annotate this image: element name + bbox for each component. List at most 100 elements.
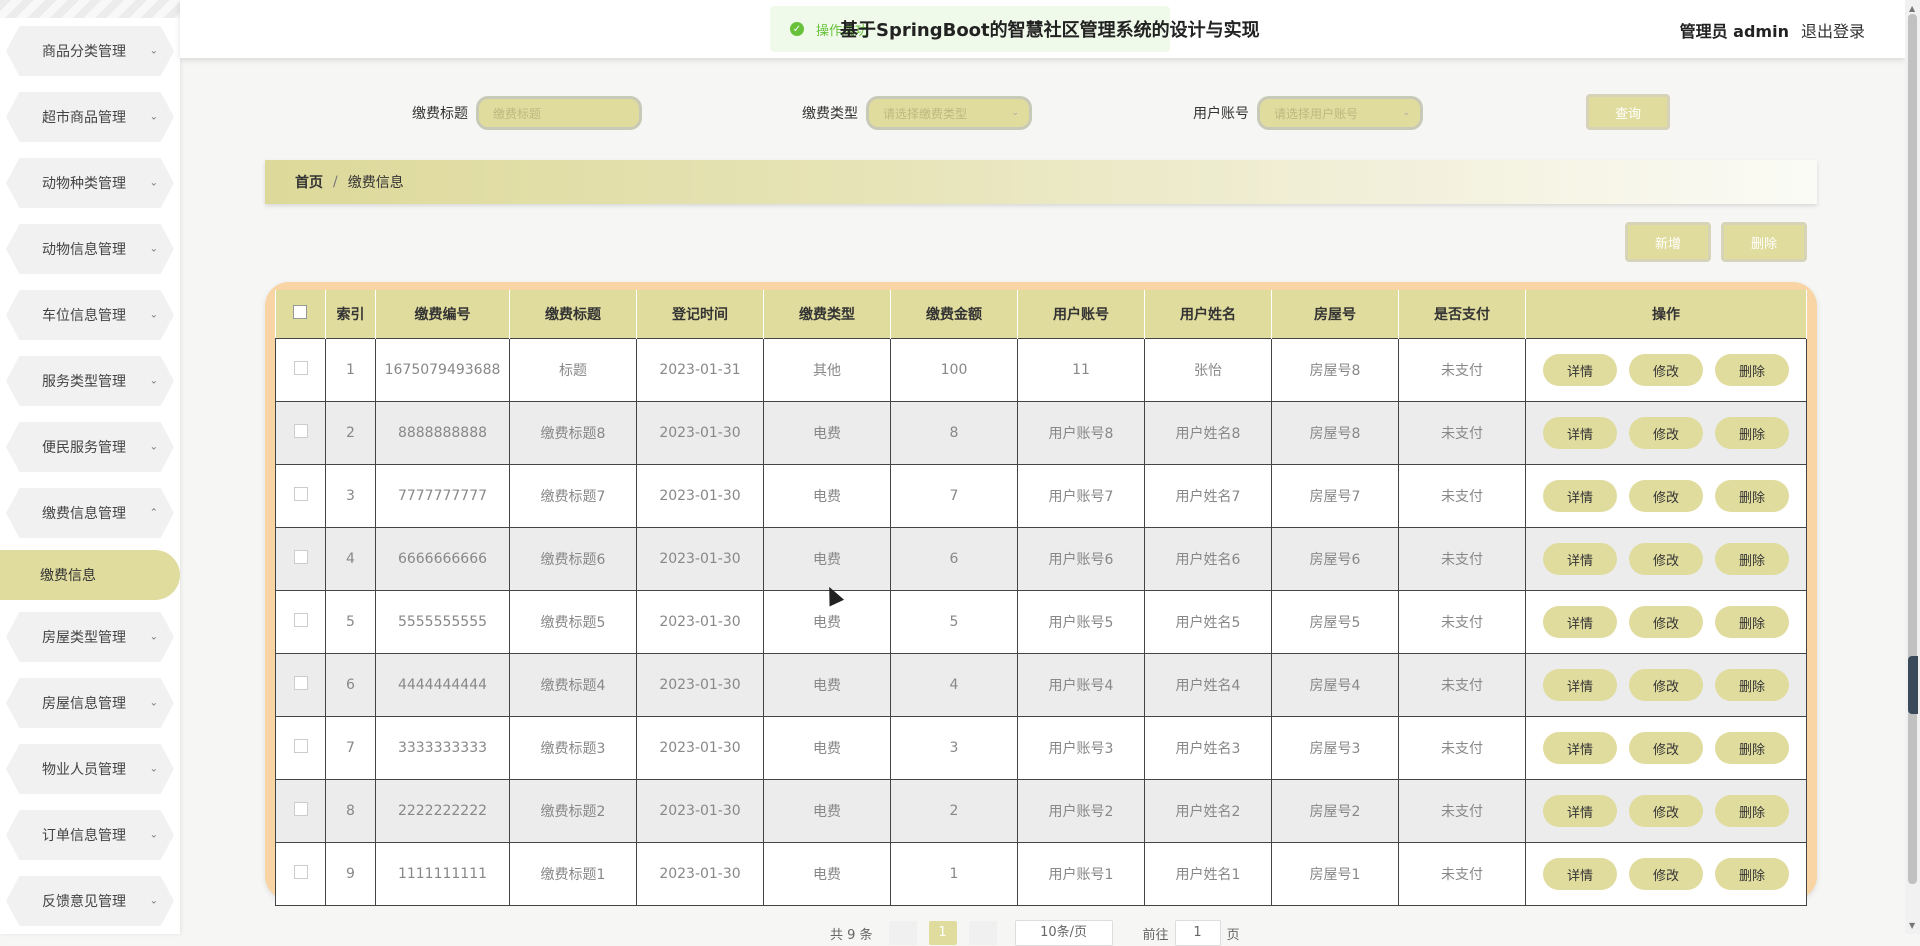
- cell-amount: 100: [890, 338, 1018, 402]
- detail-button[interactable]: 详情: [1543, 732, 1617, 764]
- account-select[interactable]: 请选择用户账号 ⌄: [1257, 96, 1423, 130]
- row-checkbox[interactable]: [293, 424, 308, 438]
- cell-title: 缴费标题4: [509, 653, 637, 717]
- detail-button[interactable]: 详情: [1543, 795, 1617, 827]
- sidebar-item-animal-info[interactable]: 动物信息管理 ⌄: [0, 216, 180, 282]
- edit-button[interactable]: 修改: [1629, 417, 1703, 449]
- scroll-up-icon[interactable]: ▲: [1909, 4, 1915, 13]
- logout-link[interactable]: 退出登录: [1801, 18, 1865, 42]
- detail-button[interactable]: 详情: [1543, 606, 1617, 638]
- sidebar-item-convenience[interactable]: 便民服务管理 ⌄: [0, 414, 180, 480]
- page-number[interactable]: 1: [928, 921, 957, 945]
- cell-name: 用户姓名8: [1144, 401, 1272, 465]
- delete-button[interactable]: 删除: [1715, 543, 1789, 575]
- table-row: 2 8888888888 缴费标题8 2023-01-30 电费 8 用户账号8 用户姓名8 房…: [275, 401, 1807, 465]
- sidebar-item-service-type[interactable]: 服务类型管理 ⌄: [0, 348, 180, 414]
- type-select[interactable]: 请选择缴费类型 ⌄: [866, 96, 1032, 130]
- delete-button[interactable]: 删除: [1715, 354, 1789, 386]
- detail-button[interactable]: 详情: [1543, 669, 1617, 701]
- page-size-select[interactable]: 10条/页: [1014, 920, 1113, 946]
- next-page-button[interactable]: [968, 921, 997, 945]
- edit-button[interactable]: 修改: [1629, 480, 1703, 512]
- edit-button[interactable]: 修改: [1629, 606, 1703, 638]
- sidebar-item-feedback[interactable]: 反馈意见管理 ⌄: [0, 868, 180, 934]
- data-table-frame: 索引 缴费编号 缴费标题 登记时间 缴费类型 缴费金额 用户账号 用户姓名 房屋…: [265, 282, 1817, 906]
- row-checkbox[interactable]: [293, 550, 308, 564]
- search-field-account: 用户账号 请选择用户账号 ⌄: [1193, 94, 1423, 132]
- sidebar-item-goods-category[interactable]: 商品分类管理 ⌄: [0, 18, 180, 84]
- breadcrumb: 首页 / 缴费信息: [265, 160, 1817, 204]
- sidebar-item-supermarket-goods[interactable]: 超市商品管理 ⌄: [0, 84, 180, 150]
- edit-button[interactable]: 修改: [1629, 858, 1703, 890]
- cell-account: 用户账号8: [1017, 401, 1145, 465]
- delete-button[interactable]: 删除: [1715, 795, 1789, 827]
- cell-account: 用户账号1: [1017, 842, 1145, 906]
- edit-button[interactable]: 修改: [1629, 543, 1703, 575]
- query-button[interactable]: 查询: [1586, 94, 1670, 130]
- delete-button[interactable]: 删除: [1715, 669, 1789, 701]
- delete-button[interactable]: 删除: [1715, 732, 1789, 764]
- row-checkbox[interactable]: [293, 865, 308, 879]
- sidebar-subitem-payment-info[interactable]: 缴费信息: [0, 550, 180, 600]
- row-checkbox[interactable]: [293, 613, 308, 627]
- user-name: 管理员 admin: [1679, 22, 1789, 41]
- goto-value: 1: [1193, 925, 1202, 940]
- sidebar-item-animal-species[interactable]: 动物种类管理 ⌄: [0, 150, 180, 216]
- table-row: 1 1675079493688 标题 2023-01-31 其他 100 11 张怡 房屋号8 未…: [275, 338, 1807, 402]
- cell-paid: 未支付: [1398, 653, 1526, 717]
- title-input[interactable]: 缴费标题: [476, 96, 642, 130]
- cell-code: 8888888888: [375, 401, 510, 465]
- sidebar-item-label: 物业人员管理: [42, 762, 126, 778]
- row-checkbox[interactable]: [293, 487, 308, 501]
- scroll-down-icon[interactable]: ▼: [1909, 921, 1915, 930]
- sidebar-item-house-type[interactable]: 房屋类型管理 ⌄: [0, 604, 180, 670]
- row-select-cell: [275, 779, 326, 843]
- edit-button[interactable]: 修改: [1629, 795, 1703, 827]
- goto-input[interactable]: 1: [1174, 920, 1221, 946]
- cell-amount: 7: [890, 464, 1018, 528]
- row-checkbox[interactable]: [293, 676, 308, 690]
- detail-button[interactable]: 详情: [1543, 858, 1617, 890]
- delete-button[interactable]: 删除: [1715, 480, 1789, 512]
- edit-button[interactable]: 修改: [1629, 354, 1703, 386]
- sidebar-item-property-staff[interactable]: 物业人员管理 ⌄: [0, 736, 180, 802]
- delete-button[interactable]: 删除: [1715, 417, 1789, 449]
- detail-button[interactable]: 详情: [1543, 417, 1617, 449]
- chevron-down-icon: ⌄: [149, 45, 158, 57]
- edit-button[interactable]: 修改: [1629, 732, 1703, 764]
- detail-button[interactable]: 详情: [1543, 480, 1617, 512]
- vertical-scrollbar[interactable]: ▲ ▼: [1905, 0, 1920, 934]
- edit-button[interactable]: 修改: [1629, 669, 1703, 701]
- chevron-down-icon: ⌄: [149, 111, 158, 123]
- cell-ops: 详情 修改 删除: [1525, 464, 1807, 528]
- row-checkbox[interactable]: [293, 739, 308, 753]
- delete-button[interactable]: 删除: [1715, 858, 1789, 890]
- cell-date: 2023-01-31: [636, 338, 764, 402]
- row-checkbox[interactable]: [293, 802, 308, 816]
- select-all-checkbox[interactable]: [293, 305, 308, 319]
- side-panel-handle[interactable]: [1908, 656, 1918, 714]
- cell-name: 用户姓名7: [1144, 464, 1272, 528]
- cell-paid: 未支付: [1398, 779, 1526, 843]
- row-checkbox[interactable]: [293, 361, 308, 375]
- prev-page-button[interactable]: [888, 921, 917, 945]
- batch-delete-button[interactable]: 删除: [1721, 222, 1807, 262]
- cell-ops: 详情 修改 删除: [1525, 779, 1807, 843]
- detail-button[interactable]: 详情: [1543, 543, 1617, 575]
- sidebar-item-parking[interactable]: 车位信息管理 ⌄: [0, 282, 180, 348]
- sidebar-item-orders[interactable]: 订单信息管理 ⌄: [0, 802, 180, 868]
- scroll-thumb[interactable]: [1908, 14, 1917, 884]
- delete-button[interactable]: 删除: [1715, 606, 1789, 638]
- col-name: 用户姓名: [1144, 290, 1272, 339]
- detail-button[interactable]: 详情: [1543, 354, 1617, 386]
- cell-type: 其他: [763, 338, 891, 402]
- add-button[interactable]: 新增: [1625, 222, 1711, 262]
- col-ops: 操作: [1525, 290, 1807, 339]
- sidebar-item-payment[interactable]: 缴费信息管理 ⌃: [0, 480, 180, 546]
- sidebar-item-house-info[interactable]: 房屋信息管理 ⌄: [0, 670, 180, 736]
- cell-date: 2023-01-30: [636, 716, 764, 780]
- chevron-down-icon: ⌄: [149, 895, 158, 907]
- chevron-down-icon: ⌄: [149, 177, 158, 189]
- breadcrumb-separator: /: [333, 174, 338, 190]
- breadcrumb-home[interactable]: 首页: [295, 172, 323, 192]
